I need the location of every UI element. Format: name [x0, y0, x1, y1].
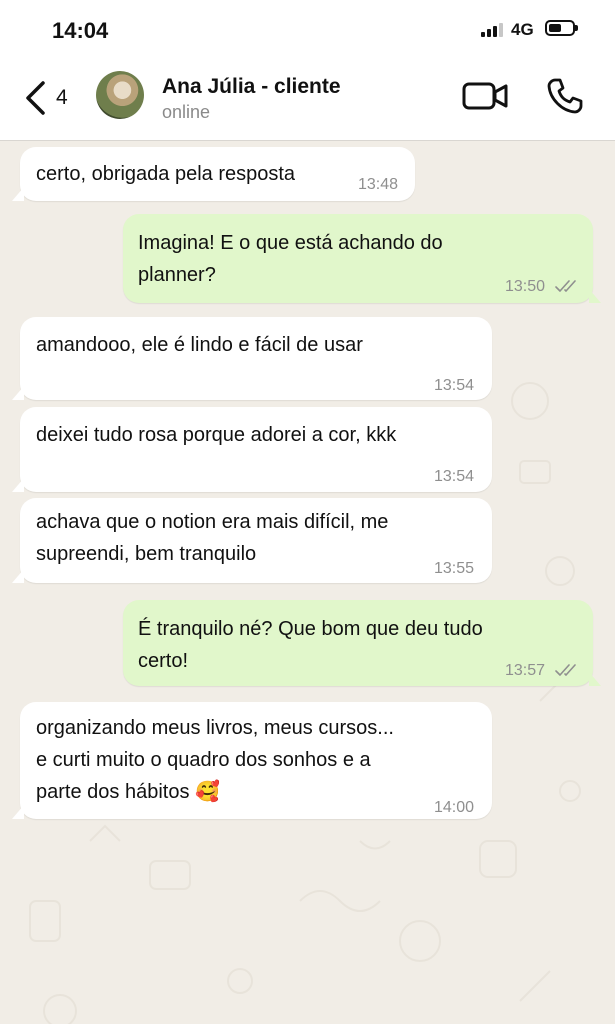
back-chevron-icon — [26, 81, 45, 115]
message-text: certo, obrigada pela resposta — [36, 163, 296, 185]
message-text: Imagina! E o que está achando do planner… — [138, 232, 443, 286]
phone-icon — [547, 78, 583, 114]
message-time: 13:48 — [358, 176, 399, 193]
message-bubble-outgoing[interactable]: Imagina! E o que está achando do planner… — [123, 214, 601, 303]
message-time: 13:54 — [434, 468, 475, 485]
voice-call-button[interactable] — [545, 76, 585, 116]
signal-strength-icon — [481, 21, 507, 37]
contact-name[interactable]: Ana Júlia - cliente — [162, 75, 341, 99]
chat-area[interactable]: certo, obrigada pela resposta 13:48 Imag… — [0, 141, 615, 1024]
status-time: 14:04 — [52, 18, 109, 43]
message-time: 14:00 — [434, 799, 475, 816]
message-time: 13:55 — [434, 560, 475, 577]
message-bubble-incoming[interactable]: organizando meus livros, meus cursos... … — [12, 702, 492, 819]
message-time: 13:50 — [505, 278, 546, 295]
message-bubble-incoming[interactable]: certo, obrigada pela resposta 13:48 — [12, 147, 415, 201]
message-time: 13:57 — [505, 662, 546, 679]
video-call-button[interactable] — [462, 78, 510, 114]
message-text: amandooo, ele é lindo e fácil de usar — [36, 334, 363, 356]
message-text: É tranquilo né? Que bom que deu tudo cer… — [138, 618, 483, 672]
message-bubble-incoming[interactable]: amandooo, ele é lindo e fácil de usar 13… — [12, 317, 492, 400]
network-type: 4G — [511, 20, 534, 39]
message-text: organizando meus livros, meus cursos... … — [36, 717, 394, 803]
battery-icon — [545, 20, 578, 36]
double-check-icon — [555, 664, 576, 676]
status-bar: 14:04 4G — [0, 0, 615, 58]
contact-status: online — [162, 102, 211, 122]
avatar[interactable] — [96, 71, 144, 119]
unread-chats-count: 4 — [56, 86, 68, 109]
double-check-icon — [555, 280, 576, 292]
message-bubble-incoming[interactable]: achava que o notion era mais difícil, me… — [12, 498, 492, 583]
video-call-icon — [462, 82, 508, 110]
message-text: achava que o notion era mais difícil, me… — [36, 511, 389, 565]
message-text: deixei tudo rosa porque adorei a cor, kk… — [36, 424, 397, 446]
back-button[interactable]: 4 — [18, 78, 74, 118]
message-bubble-incoming[interactable]: deixei tudo rosa porque adorei a cor, kk… — [12, 407, 492, 492]
message-time: 13:54 — [434, 377, 475, 394]
message-bubble-outgoing[interactable]: É tranquilo né? Que bom que deu tudo cer… — [123, 600, 601, 686]
chat-header: 4 Ana Júlia - cliente online — [0, 58, 615, 141]
